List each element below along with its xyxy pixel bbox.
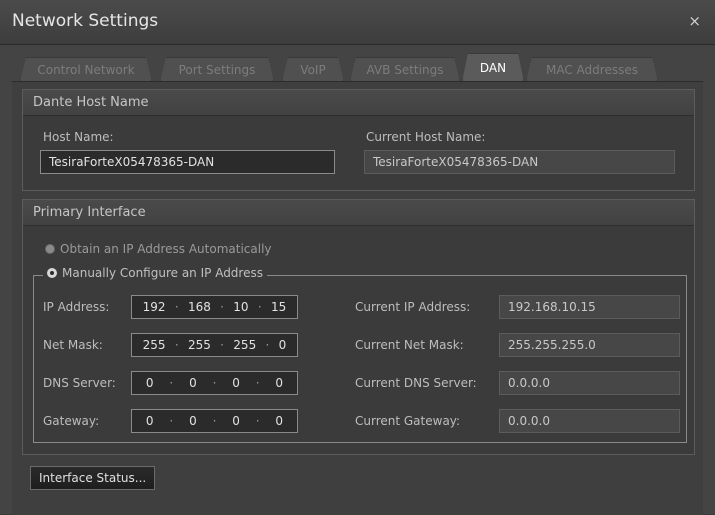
dns-octet[interactable]: 0 [146, 376, 154, 390]
octet-separator: · [174, 338, 179, 352]
current-net-mask-label: Current Net Mask: [355, 338, 464, 352]
tab-avb-settings[interactable]: AVB Settings [350, 57, 460, 82]
ip-octet[interactable]: 168 [188, 300, 211, 314]
gateway-octet[interactable]: 0 [189, 414, 197, 428]
dns-octet[interactable]: 0 [232, 376, 240, 390]
manual-config-label: Manually Configure an IP Address [62, 266, 263, 280]
octet-separator: · [220, 300, 224, 314]
title-bar[interactable]: Network Settings × [0, 0, 715, 45]
dns-server-input[interactable]: 0 · 0 · 0 · 0 [131, 371, 298, 395]
current-ip-address-field: 192.168.10.15 [499, 295, 680, 319]
octet-separator: · [212, 376, 217, 390]
current-dns-server-label: Current DNS Server: [355, 376, 477, 390]
current-ip-address-label: Current IP Address: [355, 300, 471, 314]
dante-host-name-group: Dante Host Name Host Name: TesiraForteX0… [22, 89, 695, 191]
gateway-input[interactable]: 0 · 0 · 0 · 0 [131, 409, 298, 433]
dns-octet[interactable]: 0 [275, 376, 283, 390]
close-icon[interactable]: × [688, 12, 701, 30]
current-net-mask-field: 255.255.255.0 [499, 333, 680, 357]
tab-port-settings[interactable]: Port Settings [160, 57, 274, 82]
gateway-octet[interactable]: 0 [232, 414, 240, 428]
gateway-octet[interactable]: 0 [275, 414, 283, 428]
dns-server-label: DNS Server: [43, 376, 116, 390]
gateway-label: Gateway: [43, 414, 100, 428]
primary-interface-heading: Primary Interface [23, 200, 694, 226]
mask-octet[interactable]: 255 [233, 338, 256, 352]
tab-dan[interactable]: DAN [462, 53, 524, 82]
dante-host-name-heading: Dante Host Name [23, 90, 694, 116]
current-dns-server-field: 0.0.0.0 [499, 371, 680, 395]
octet-separator: · [174, 300, 179, 314]
octet-separator: · [257, 300, 262, 314]
ip-octet[interactable]: 192 [143, 300, 166, 314]
radio-checked-icon [47, 268, 57, 278]
octet-separator: · [212, 414, 217, 428]
net-mask-label: Net Mask: [43, 338, 103, 352]
tab-mac-addresses[interactable]: MAC Addresses [526, 57, 658, 82]
obtain-ip-auto-label: Obtain an IP Address Automatically [60, 242, 272, 256]
network-settings-window: Network Settings × Control Network Port … [0, 0, 715, 515]
octet-separator: · [255, 414, 260, 428]
dns-octet[interactable]: 0 [189, 376, 197, 390]
octet-separator: · [265, 338, 270, 352]
net-mask-input[interactable]: 255 · 255 · 255 · 0 [131, 333, 298, 357]
window-title: Network Settings [12, 11, 159, 31]
interface-status-button[interactable]: Interface Status... [30, 466, 156, 490]
host-name-input[interactable]: TesiraForteX05478365-DAN [40, 150, 335, 174]
current-gateway-field: 0.0.0.0 [499, 409, 680, 433]
ip-octet[interactable]: 10 [233, 300, 248, 314]
mask-octet[interactable]: 0 [279, 338, 287, 352]
current-gateway-label: Current Gateway: [355, 414, 461, 428]
ip-octet[interactable]: 15 [271, 300, 286, 314]
mask-octet[interactable]: 255 [188, 338, 211, 352]
current-host-name-field: TesiraForteX05478365-DAN [364, 150, 675, 174]
octet-separator: · [255, 376, 260, 390]
obtain-ip-auto-radio[interactable]: Obtain an IP Address Automatically [45, 242, 272, 256]
octet-separator: · [169, 376, 174, 390]
ip-address-label: IP Address: [43, 300, 110, 314]
current-host-name-label: Current Host Name: [366, 130, 486, 144]
tab-control-network[interactable]: Control Network [20, 57, 152, 82]
octet-separator: · [220, 338, 224, 352]
host-name-label: Host Name: [43, 130, 114, 144]
primary-interface-group: Primary Interface Obtain an IP Address A… [22, 199, 695, 455]
mask-octet[interactable]: 255 [143, 338, 166, 352]
gateway-octet[interactable]: 0 [146, 414, 154, 428]
manual-config-radio[interactable]: Manually Configure an IP Address [43, 266, 267, 280]
radio-unchecked-icon [45, 244, 55, 254]
tab-content: Dante Host Name Host Name: TesiraForteX0… [12, 81, 703, 515]
octet-separator: · [169, 414, 174, 428]
ip-address-input[interactable]: 192 · 168 · 10 · 15 [131, 295, 298, 319]
tab-voip[interactable]: VoIP [282, 57, 344, 82]
